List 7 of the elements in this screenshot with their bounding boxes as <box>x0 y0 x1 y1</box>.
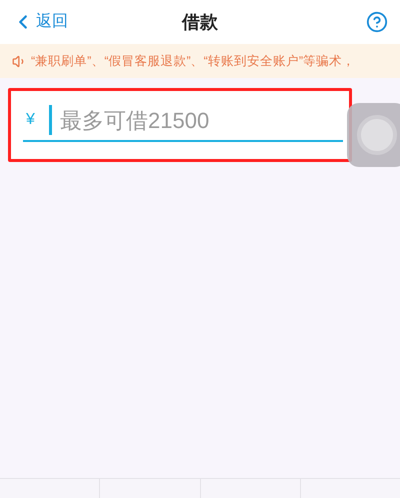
notice-text: “兼职刷单”、“假冒客服退款”、“转账到安全账户”等骗术， <box>31 52 355 70</box>
back-button[interactable]: 返回 <box>12 10 68 34</box>
assistive-touch-button[interactable] <box>347 103 400 167</box>
page-title: 借款 <box>182 10 218 34</box>
currency-sign: ¥ <box>25 110 36 130</box>
amount-input[interactable]: 最多可借21500 <box>60 104 280 136</box>
help-icon[interactable] <box>366 11 388 33</box>
